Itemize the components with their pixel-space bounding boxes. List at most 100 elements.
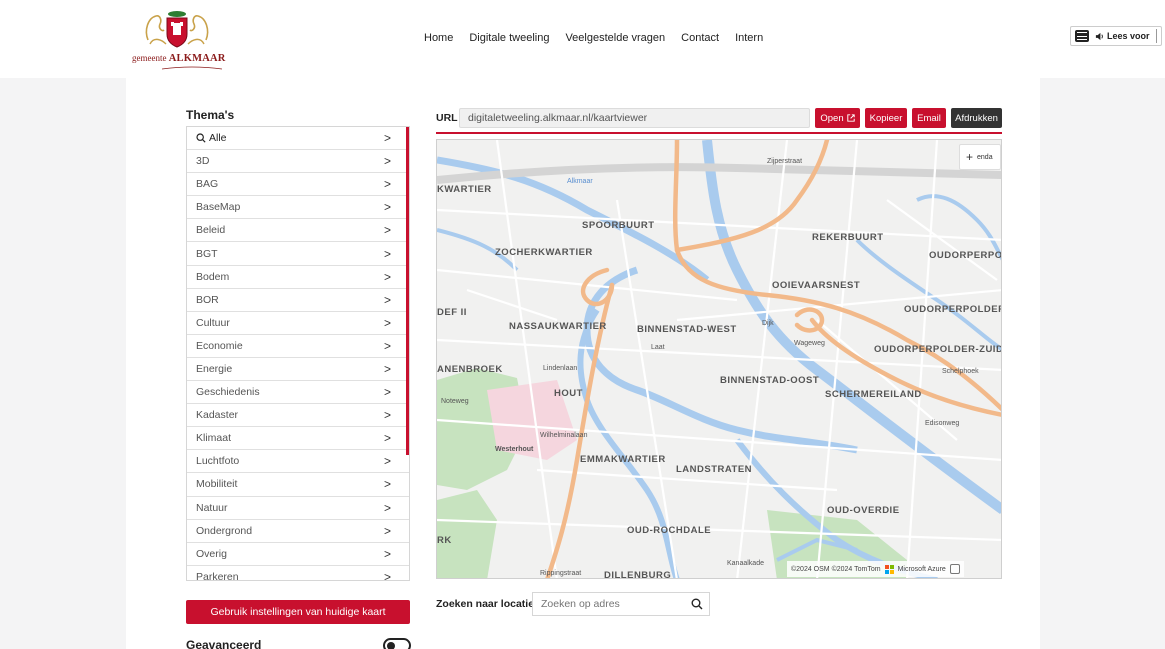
theme-item[interactable]: Natuur >	[187, 497, 409, 520]
map-street-label: Lindenlaan	[543, 365, 578, 372]
chevron-right-icon: >	[383, 361, 391, 376]
map-street-label: Wilhelminalaan	[540, 432, 588, 439]
map-area-label: SCHERMEREILAND	[825, 389, 922, 400]
map-area-label: KWARTIER	[437, 184, 492, 195]
chevron-right-icon: >	[383, 292, 391, 307]
accessibility-toolbar: Lees voor	[1070, 26, 1162, 46]
external-link-icon	[846, 114, 855, 122]
search-icon	[196, 133, 206, 143]
address-search-input[interactable]	[541, 598, 681, 610]
theme-item[interactable]: Overig >	[187, 543, 409, 566]
main-nav: Home Digitale tweeling Veelgestelde vrag…	[424, 32, 763, 44]
map-street-label: Schelphoek	[942, 368, 979, 375]
nav-contact[interactable]: Contact	[681, 32, 719, 44]
chevron-right-icon: >	[383, 223, 391, 238]
map-street-label: Kanaalkade	[727, 560, 764, 567]
advanced-label: Geavanceerd	[186, 638, 262, 649]
map-area-label: OUDORPERPOLDER	[904, 304, 1002, 315]
themes-scrollbar[interactable]	[406, 127, 409, 455]
theme-item[interactable]: BaseMap >	[187, 196, 409, 220]
zoom-in-icon[interactable]: +	[966, 150, 973, 164]
map-area-label: OUDORPERPO	[929, 250, 1002, 261]
info-icon[interactable]	[949, 564, 960, 574]
nav-veelgestelde-vragen[interactable]: Veelgestelde vragen	[565, 32, 665, 44]
read-aloud-button[interactable]: Lees voor	[1095, 31, 1150, 41]
map-area-label: DILLENBURG	[604, 570, 672, 579]
search-icon[interactable]	[691, 598, 703, 610]
map-area-label: ANENBROEK	[437, 364, 503, 375]
copy-button[interactable]: Kopieer	[865, 108, 907, 128]
email-button[interactable]: Email	[912, 108, 946, 128]
chevron-right-icon: >	[383, 269, 391, 284]
nav-digitale-tweeling[interactable]: Digitale tweeling	[469, 32, 549, 44]
apply-current-map-settings-button[interactable]: Gebruik instellingen van huidige kaart	[186, 600, 410, 624]
chevron-right-icon: >	[383, 454, 391, 469]
search-location-label: Zoeken naar locatie:	[436, 598, 538, 610]
map-street-label: Alkmaar	[567, 178, 593, 185]
theme-item[interactable]: Bodem >	[187, 266, 409, 289]
zoom-control[interactable]: + enda	[959, 144, 1001, 170]
alkmaar-logo[interactable]: gemeente ALKMAAR	[132, 10, 226, 70]
nav-intern[interactable]: Intern	[735, 32, 763, 44]
map-street-label: Westerhout	[495, 446, 534, 453]
map-area-label: RK	[437, 535, 452, 546]
chevron-right-icon: >	[383, 523, 391, 538]
map-area-label: OUDORPERPOLDER-ZUID	[874, 344, 1002, 355]
coat-of-arms-icon	[145, 11, 209, 48]
map-street-label: Laat	[651, 344, 665, 351]
map-street-label: Dijk	[762, 320, 774, 327]
theme-item[interactable]: Luchtfoto >	[187, 450, 409, 474]
theme-item[interactable]: Cultuur >	[187, 312, 409, 335]
chevron-right-icon: >	[383, 477, 391, 492]
theme-item[interactable]: BOR >	[187, 289, 409, 312]
theme-item[interactable]: Mobiliteit >	[187, 473, 409, 497]
site-header: gemeente ALKMAAR Home Digitale tweeling …	[0, 0, 1165, 78]
chevron-right-icon: >	[383, 408, 391, 423]
microsoft-logo-icon	[884, 564, 894, 574]
advanced-toggle[interactable]	[383, 638, 411, 649]
chevron-right-icon: >	[383, 177, 391, 192]
chevron-right-icon: >	[383, 246, 391, 261]
chevron-right-icon: >	[383, 338, 391, 353]
url-underline	[436, 132, 1002, 134]
theme-item[interactable]: BAG >	[187, 173, 409, 197]
theme-item[interactable]: Kadaster >	[187, 404, 409, 428]
map-area-label: BINNENSTAD-WEST	[637, 324, 737, 335]
theme-item-alle[interactable]: Alle >	[187, 127, 409, 151]
themes-list[interactable]: Alle > 3D > BAG > BaseMap > Beleid > BGT > Bo…	[186, 126, 410, 581]
map-street-label: Noteweg	[441, 398, 469, 405]
theme-item[interactable]: BGT >	[187, 242, 409, 266]
address-search-box[interactable]	[532, 592, 710, 616]
attribution-text: ©2024 OSM ©2024 TomTom	[791, 565, 881, 573]
url-label: URL	[436, 112, 458, 124]
nav-home[interactable]: Home	[424, 32, 453, 44]
map-street-label: Zijperstraat	[767, 158, 803, 165]
map-area-label: BINNENSTAD-OOST	[720, 375, 820, 386]
theme-item[interactable]: Energie >	[187, 358, 409, 382]
theme-item[interactable]: Klimaat >	[187, 427, 409, 451]
logo-wordmark: gemeente ALKMAAR	[132, 53, 226, 64]
url-field[interactable]: digitaletweeling.alkmaar.nl/kaartviewer	[459, 108, 810, 128]
map-attribution: ©2024 OSM ©2024 TomTom Microsoft Azure	[787, 561, 964, 577]
read-aloud-label: Lees voor	[1107, 31, 1150, 41]
theme-item[interactable]: Parkeren >	[187, 566, 409, 580]
theme-item[interactable]: Beleid >	[187, 219, 409, 243]
theme-item[interactable]: Ondergrond >	[187, 520, 409, 543]
themes-title: Thema's	[186, 108, 235, 122]
chevron-right-icon: >	[383, 546, 391, 561]
map-canvas	[437, 140, 1001, 578]
theme-item[interactable]: 3D >	[187, 150, 409, 174]
logo-swoosh-icon	[162, 66, 222, 70]
print-button[interactable]: Afdrukken	[951, 108, 1002, 128]
map-viewer[interactable]: KWARTIER SPOORBUURT ZOCHERKWARTIER REKER…	[436, 139, 1002, 579]
theme-item[interactable]: Geschiedenis >	[187, 381, 409, 405]
map-area-label: NASSAUKWARTIER	[509, 321, 607, 332]
chevron-right-icon: >	[383, 431, 391, 446]
map-area-label: LANDSTRATEN	[676, 464, 753, 475]
open-button[interactable]: Open	[815, 108, 860, 128]
chevron-right-icon: >	[383, 315, 391, 330]
map-area-label: DEF II	[437, 307, 467, 318]
theme-item[interactable]: Economie >	[187, 335, 409, 358]
menu-icon[interactable]	[1075, 30, 1089, 42]
map-area-label: REKERBUURT	[812, 232, 884, 243]
